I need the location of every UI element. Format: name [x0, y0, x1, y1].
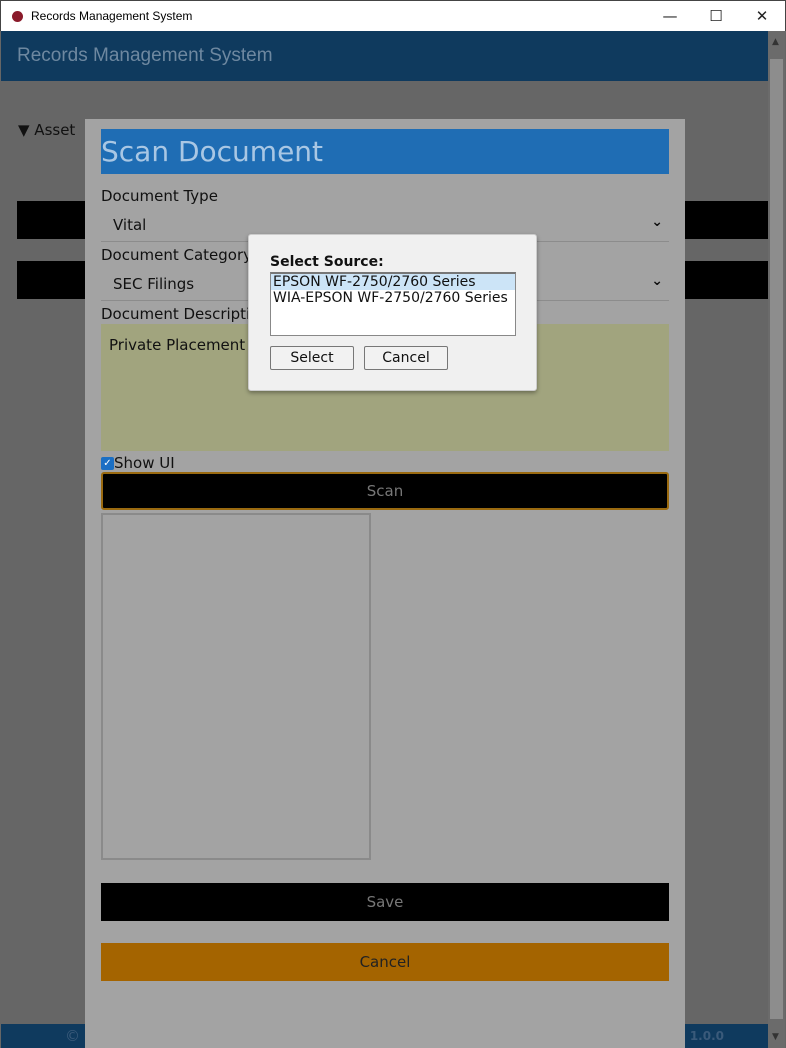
document-type-label: Document Type [101, 187, 218, 205]
show-ui-checkbox[interactable]: ✓ Show UI [101, 454, 175, 472]
select-button[interactable]: Select [270, 346, 354, 370]
show-ui-label: Show UI [114, 454, 175, 472]
document-type-value: Vital [113, 216, 147, 234]
modal-title-text: Scan Document [101, 135, 324, 168]
source-option[interactable]: WIA-EPSON WF-2750/2760 Series [271, 290, 515, 306]
footer-copyright: © [65, 1027, 80, 1045]
close-button[interactable]: ✕ [747, 5, 777, 27]
dialog-cancel-button[interactable]: Cancel [364, 346, 448, 370]
app-icon [12, 11, 23, 22]
scroll-up-icon[interactable]: ▲ [772, 37, 779, 47]
dialog-title: Select Source: [270, 254, 384, 270]
source-listbox[interactable]: EPSON WF-2750/2760 Series WIA-EPSON WF-2… [270, 272, 516, 336]
document-category-value: SEC Filings [113, 275, 195, 293]
modal-title: Scan Document [101, 129, 669, 174]
minimize-button[interactable]: — [655, 5, 685, 27]
document-category-label: Document Category [101, 246, 252, 264]
app-header-title: Records Management System [17, 45, 273, 66]
scrollbar[interactable]: ▲ ▼ [768, 31, 785, 1048]
window-titlebar: Records Management System — ☐ ✕ [0, 0, 786, 31]
window-title: Records Management System [31, 9, 193, 23]
app-header: Records Management System [1, 31, 768, 81]
select-source-dialog: Select Source: EPSON WF-2750/2760 Series… [248, 234, 537, 391]
save-button[interactable]: Save [101, 883, 669, 921]
chevron-down-icon: ⌄ [651, 214, 663, 230]
source-option[interactable]: EPSON WF-2750/2760 Series [271, 274, 515, 290]
scrollbar-thumb[interactable] [770, 59, 783, 1019]
chevron-down-icon: ⌄ [651, 273, 663, 289]
maximize-button[interactable]: ☐ [701, 5, 731, 27]
scan-button[interactable]: Scan [101, 472, 669, 510]
scroll-down-icon[interactable]: ▼ [772, 1032, 779, 1042]
checkbox-checked-icon[interactable]: ✓ [101, 456, 114, 470]
cancel-button[interactable]: Cancel [101, 943, 669, 981]
document-description-label: Document Description [101, 305, 269, 323]
asset-section-toggle[interactable]: ▼ Asset [18, 121, 75, 139]
scan-preview-area [101, 513, 371, 860]
